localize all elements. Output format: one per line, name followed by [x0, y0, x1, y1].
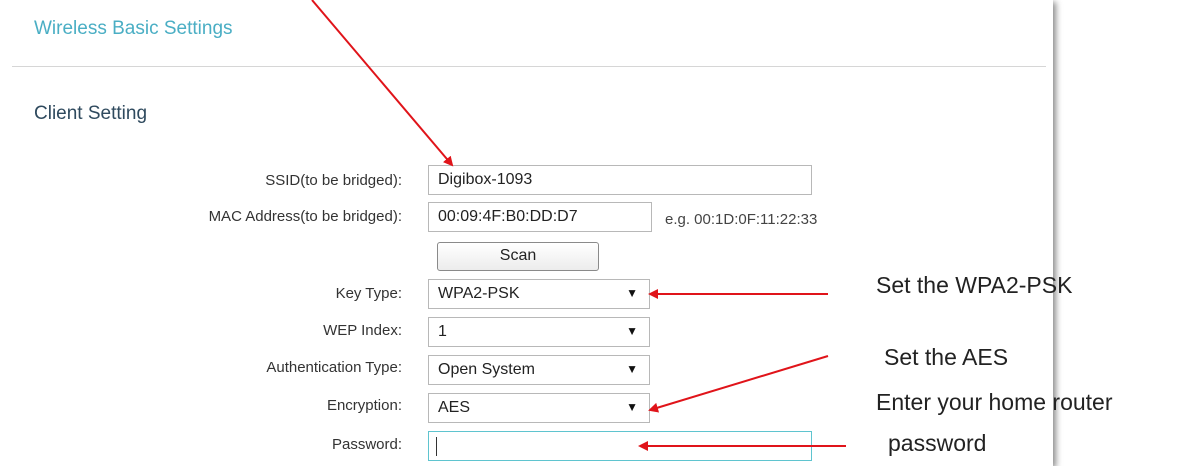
arrow-to-encryption — [648, 355, 829, 413]
arrow-to-ssid — [311, 0, 454, 167]
annotation-arrows — [311, 0, 846, 451]
